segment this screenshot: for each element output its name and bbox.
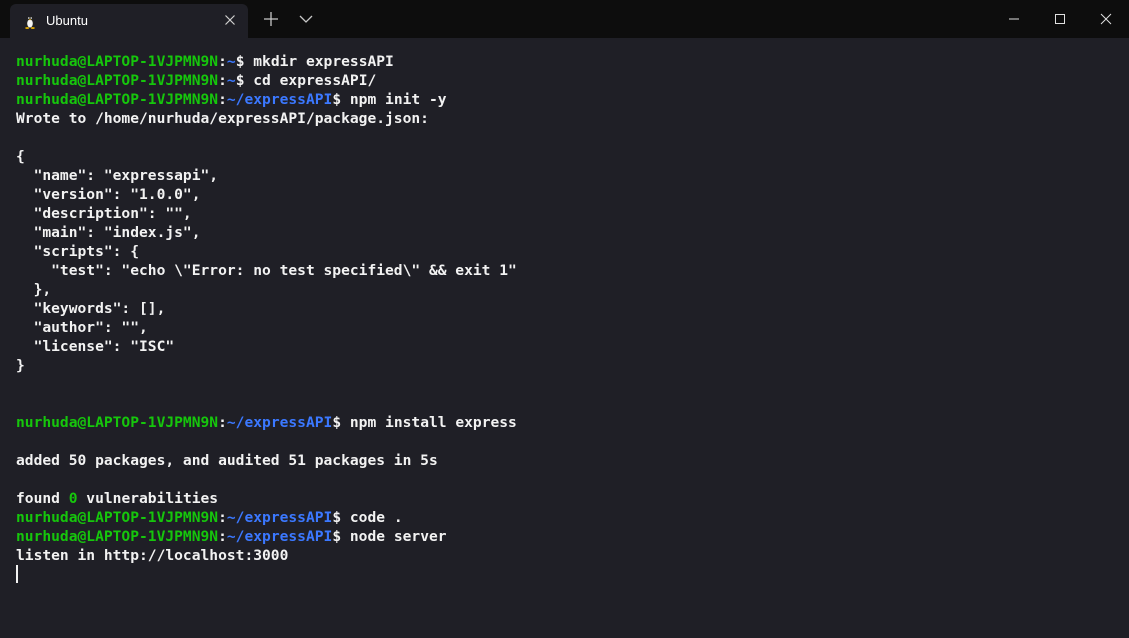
output-text: { bbox=[16, 148, 25, 165]
prompt-path: ~/expressAPI bbox=[226, 528, 333, 545]
output-text: "license": "ISC" bbox=[16, 338, 175, 355]
output-line: "test": "echo \"Error: no test specified… bbox=[16, 261, 517, 280]
text-cursor bbox=[16, 565, 18, 583]
command-text: $ cd expressAPI/ bbox=[235, 72, 377, 89]
minimize-icon bbox=[1009, 18, 1019, 20]
output-line: "description": "", bbox=[16, 204, 517, 223]
prompt-separator: : bbox=[218, 72, 227, 89]
output-text: "keywords": [], bbox=[16, 300, 166, 317]
prompt-line: nurhuda@LAPTOP-1VJPMN9N:~/expressAPI$ co… bbox=[16, 508, 517, 527]
output-text: "author": "", bbox=[16, 319, 148, 336]
command-text: $ mkdir expressAPI bbox=[235, 53, 394, 70]
output-line: "author": "", bbox=[16, 318, 517, 337]
prompt-line: nurhuda@LAPTOP-1VJPMN9N:~/expressAPI$ no… bbox=[16, 527, 517, 546]
output-text: }, bbox=[16, 281, 52, 298]
linux-tux-icon bbox=[25, 16, 35, 29]
prompt-user: nurhuda@LAPTOP-1VJPMN9N bbox=[16, 414, 219, 431]
output-text: found bbox=[16, 490, 69, 507]
prompt-separator: : bbox=[218, 414, 227, 431]
prompt-line: nurhuda@LAPTOP-1VJPMN9N:~$ cd expressAPI… bbox=[16, 71, 517, 90]
output-line: Wrote to /home/nurhuda/expressAPI/packag… bbox=[16, 109, 517, 128]
prompt-path: ~ bbox=[226, 53, 236, 70]
prompt-user: nurhuda@LAPTOP-1VJPMN9N bbox=[16, 509, 219, 526]
output-text: "scripts": { bbox=[16, 243, 140, 260]
output-line: { bbox=[16, 147, 517, 166]
prompt-line: nurhuda@LAPTOP-1VJPMN9N:~/expressAPI$ np… bbox=[16, 90, 517, 109]
title-bar: Ubuntu bbox=[0, 0, 1129, 38]
output-line: "keywords": [], bbox=[16, 299, 517, 318]
output-line: } bbox=[16, 356, 517, 375]
prompt-separator: : bbox=[218, 509, 227, 526]
terminal-output[interactable]: nurhuda@LAPTOP-1VJPMN9N:~$ mkdir express… bbox=[16, 52, 517, 584]
command-text: $ node server bbox=[332, 528, 447, 545]
output-line: "main": "index.js", bbox=[16, 223, 517, 242]
output-line: "scripts": { bbox=[16, 242, 517, 261]
command-text: $ npm init -y bbox=[332, 91, 447, 108]
output-text: listen in http://localhost:3000 bbox=[16, 547, 289, 564]
vulnerability-count: 0 bbox=[68, 490, 78, 507]
command-text: $ npm install express bbox=[332, 414, 517, 431]
output-line: found 0 vulnerabilities bbox=[16, 489, 517, 508]
output-text: "version": "1.0.0", bbox=[16, 186, 201, 203]
output-text: vulnerabilities bbox=[77, 490, 219, 507]
prompt-path: ~/expressAPI bbox=[226, 91, 333, 108]
output-line: listen in http://localhost:3000 bbox=[16, 546, 517, 565]
tab-ubuntu[interactable]: Ubuntu bbox=[10, 4, 248, 38]
output-line: }, bbox=[16, 280, 517, 299]
prompt-user: nurhuda@LAPTOP-1VJPMN9N bbox=[16, 528, 219, 545]
prompt-separator: : bbox=[218, 53, 227, 70]
close-icon bbox=[1100, 13, 1112, 25]
maximize-icon bbox=[1055, 14, 1065, 24]
output-text: "description": "", bbox=[16, 205, 192, 222]
terminal-window: Ubuntu nurhuda@LAPTOP-1VJPMN9N:~$ mkdir … bbox=[0, 0, 1129, 638]
prompt-user: nurhuda@LAPTOP-1VJPMN9N bbox=[16, 72, 219, 89]
output-text: Wrote to /home/nurhuda/expressAPI/packag… bbox=[16, 110, 429, 127]
cursor-line bbox=[16, 565, 517, 584]
prompt-separator: : bbox=[218, 91, 227, 108]
output-line: "license": "ISC" bbox=[16, 337, 517, 356]
tab-title: Ubuntu bbox=[46, 13, 88, 28]
output-text: added 50 packages, and audited 51 packag… bbox=[16, 452, 438, 469]
prompt-path: ~ bbox=[226, 72, 236, 89]
minimize-button[interactable] bbox=[991, 0, 1037, 38]
prompt-path: ~/expressAPI bbox=[226, 509, 333, 526]
output-text: "main": "index.js", bbox=[16, 224, 201, 241]
prompt-path: ~/expressAPI bbox=[226, 414, 333, 431]
close-button[interactable] bbox=[1083, 0, 1129, 38]
prompt-line: nurhuda@LAPTOP-1VJPMN9N:~$ mkdir express… bbox=[16, 52, 517, 71]
prompt-line: nurhuda@LAPTOP-1VJPMN9N:~/expressAPI$ np… bbox=[16, 413, 517, 432]
output-text: } bbox=[16, 357, 25, 374]
command-text: $ code . bbox=[332, 509, 403, 526]
new-tab-icon[interactable] bbox=[262, 10, 280, 28]
output-line: added 50 packages, and audited 51 packag… bbox=[16, 451, 517, 470]
output-line: "version": "1.0.0", bbox=[16, 185, 517, 204]
prompt-user: nurhuda@LAPTOP-1VJPMN9N bbox=[16, 53, 219, 70]
prompt-separator: : bbox=[218, 528, 227, 545]
prompt-user: nurhuda@LAPTOP-1VJPMN9N bbox=[16, 91, 219, 108]
chevron-down-icon[interactable] bbox=[298, 12, 314, 26]
output-text: "name": "expressapi", bbox=[16, 167, 219, 184]
tab-close-icon[interactable] bbox=[222, 12, 238, 28]
output-line: "name": "expressapi", bbox=[16, 166, 517, 185]
maximize-button[interactable] bbox=[1037, 0, 1083, 38]
output-text: "test": "echo \"Error: no test specified… bbox=[16, 262, 517, 279]
